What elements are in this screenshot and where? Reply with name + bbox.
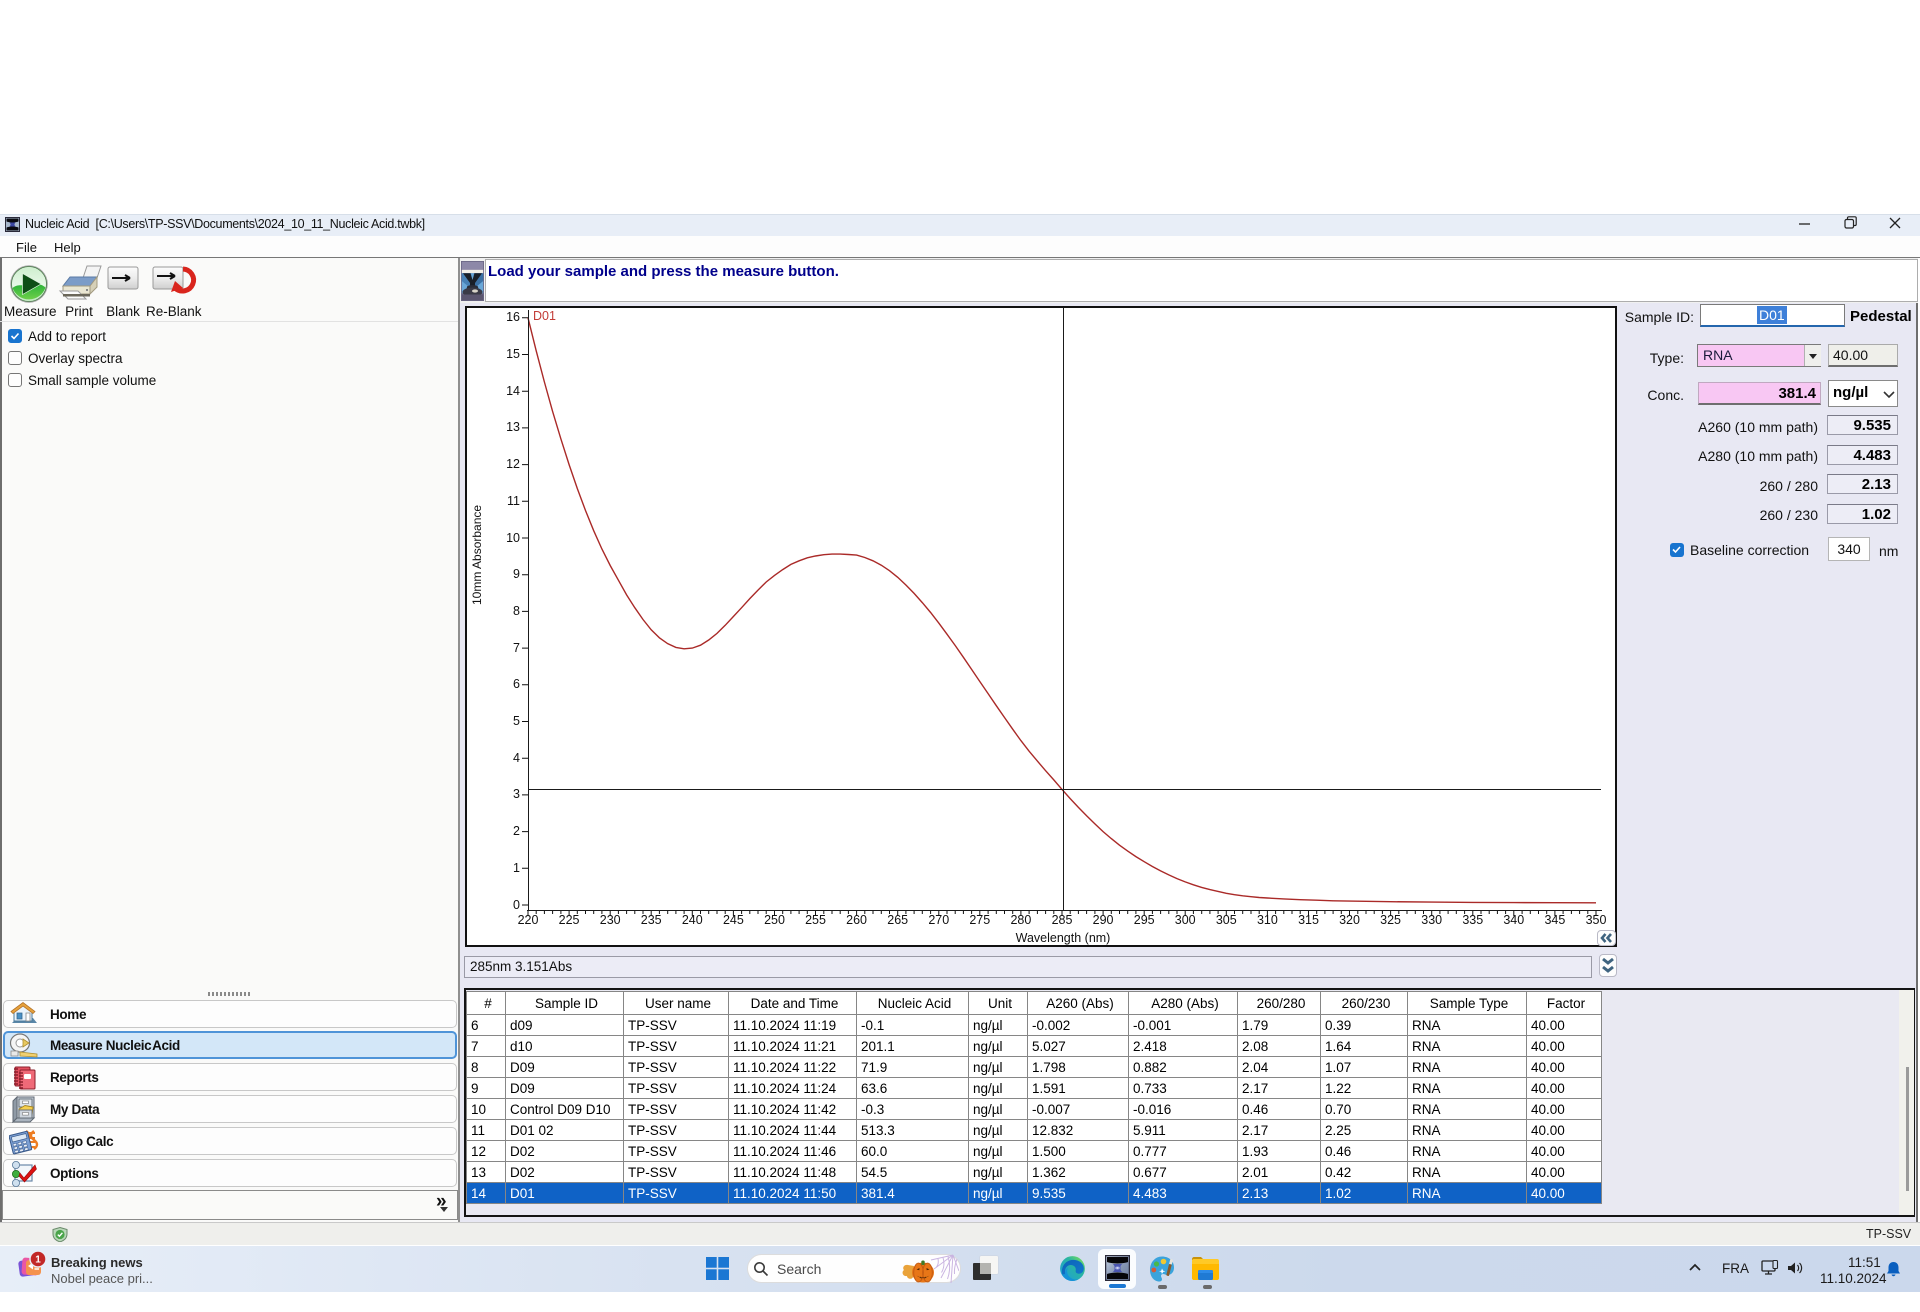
svg-text:1: 1 [35, 1255, 41, 1266]
